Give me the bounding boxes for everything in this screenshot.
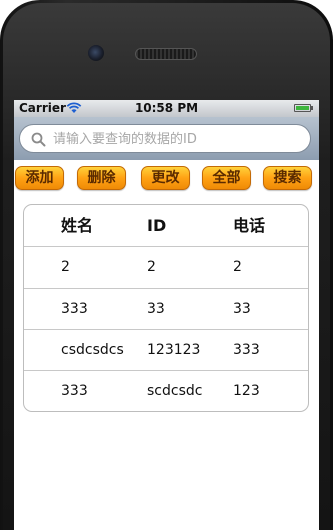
table-row[interactable]: 333 scdcsdc 123 <box>24 370 308 412</box>
all-button[interactable]: 全部 <box>202 166 251 190</box>
status-time: 10:58 PM <box>134 101 199 115</box>
table-row[interactable]: csdcsdcs 123123 333 <box>24 329 308 371</box>
status-bar: Carrier 10:58 PM <box>14 100 319 117</box>
cell-id: scdcsdc <box>147 383 203 399</box>
cell-phone: 333 <box>233 342 260 358</box>
search-bar <box>14 117 319 160</box>
cell-phone: 33 <box>233 301 251 317</box>
search-field[interactable] <box>19 124 311 153</box>
header-phone: 电话 <box>233 216 266 235</box>
cell-name: csdcsdcs <box>61 342 124 358</box>
table-row[interactable]: 333 33 33 <box>24 288 308 330</box>
cell-phone: 2 <box>233 259 242 275</box>
table-header-row: 姓名 ID 电话 <box>24 205 308 246</box>
cell-name: 2 <box>61 259 70 275</box>
front-camera <box>88 45 104 61</box>
cell-name: 333 <box>61 383 88 399</box>
search-icon <box>31 132 46 147</box>
cell-name: 333 <box>61 301 88 317</box>
app-screen: Carrier 10:58 PM 添加 删除 更改 全部 搜索 <box>14 100 319 530</box>
table-row[interactable]: 2 2 2 <box>24 246 308 288</box>
cell-id: 2 <box>147 259 156 275</box>
delete-button[interactable]: 删除 <box>77 166 126 190</box>
cell-id: 123123 <box>147 342 201 358</box>
search-button[interactable]: 搜索 <box>263 166 312 190</box>
phone-frame: Carrier 10:58 PM 添加 删除 更改 全部 搜索 <box>0 0 333 530</box>
cell-phone: 123 <box>233 383 260 399</box>
update-button[interactable]: 更改 <box>141 166 190 190</box>
header-id: ID <box>147 216 167 235</box>
add-button[interactable]: 添加 <box>15 166 64 190</box>
cell-id: 33 <box>147 301 165 317</box>
earpiece-speaker <box>135 48 197 60</box>
search-input[interactable] <box>53 129 303 149</box>
data-table: 姓名 ID 电话 2 2 2 333 33 33 csdcsdcs 123123… <box>23 204 309 412</box>
header-name: 姓名 <box>61 216 94 235</box>
battery-icon <box>294 104 313 112</box>
